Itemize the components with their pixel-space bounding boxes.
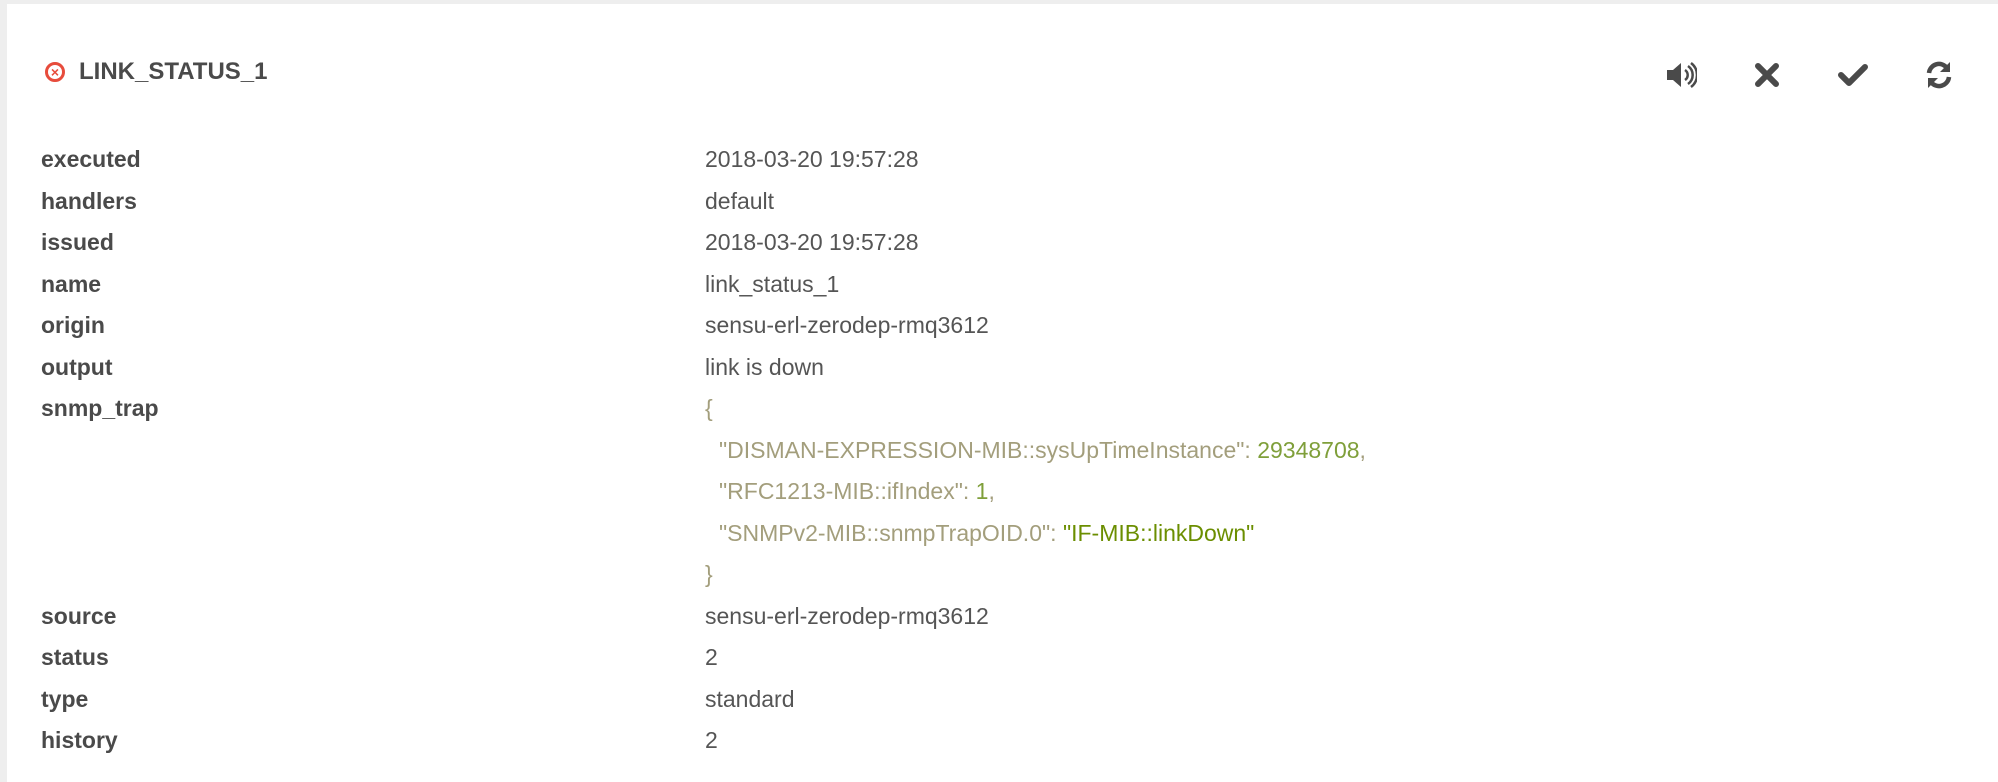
json-sep: ,: [1359, 436, 1366, 463]
field-value: sensu-erl-zerodep-rmq3612: [705, 602, 989, 629]
field-row-history: history 2: [41, 720, 1366, 762]
json-entry: "SNMPv2-MIB::snmpTrapOID.0": "IF-MIB::li…: [719, 519, 1255, 546]
field-row-snmp-trap: snmp_trap { "DISMAN-EXPRESSION-MIB::sysU…: [41, 388, 1366, 596]
field-row-origin: origin sensu-erl-zerodep-rmq3612: [41, 305, 1366, 347]
json-number: 29348708: [1257, 436, 1360, 463]
field-row-status: status 2: [41, 637, 1366, 679]
close-icon: [1755, 63, 1779, 87]
field-value: standard: [705, 685, 795, 712]
field-value: link_status_1: [705, 270, 840, 297]
field-value: 2018-03-20 19:57:28: [705, 229, 919, 255]
check-title: LINK_STATUS_1: [79, 58, 268, 85]
error-circle-icon: ×: [45, 62, 65, 82]
json-open-brace: {: [705, 395, 713, 421]
field-label: type: [41, 685, 89, 712]
field-label: issued: [41, 229, 114, 255]
json-value: { "DISMAN-EXPRESSION-MIB::sysUpTimeInsta…: [705, 388, 1366, 596]
field-value: 2: [705, 644, 718, 670]
field-value: default: [705, 187, 775, 214]
json-number: 1: [975, 478, 989, 504]
field-row-type: type standard: [41, 679, 1366, 721]
field-value: 2: [705, 727, 718, 753]
field-row-handlers: handlers default: [41, 181, 1366, 223]
resolve-button[interactable]: [1750, 58, 1784, 92]
check-icon: [1838, 64, 1868, 86]
field-list: executed 2018-03-20 19:57:28 handlers defa…: [41, 139, 1366, 762]
silence-button[interactable]: [1664, 58, 1698, 92]
json-key: "DISMAN-EXPRESSION-MIB::sysUpTimeInstanc…: [719, 436, 1245, 463]
field-row-source: source sensu-erl-zerodep-rmq3612: [41, 596, 1366, 638]
json-entry: "DISMAN-EXPRESSION-MIB::sysUpTimeInstanc…: [719, 436, 1366, 463]
field-row-name: name link_status_1: [41, 264, 1366, 306]
field-row-issued: issued 2018-03-20 19:57:28: [41, 222, 1366, 264]
field-label: origin: [41, 312, 105, 338]
field-row-output: output link is down: [41, 347, 1366, 389]
action-toolbar: [1664, 58, 1956, 92]
acknowledge-button[interactable]: [1836, 58, 1870, 92]
field-label: history: [41, 727, 118, 753]
volume-icon: [1667, 62, 1697, 88]
field-label: status: [41, 644, 109, 670]
field-row-executed: executed 2018-03-20 19:57:28: [41, 139, 1366, 181]
field-label: name: [41, 270, 102, 297]
field-label: output: [41, 353, 113, 380]
refresh-icon: [1926, 61, 1952, 89]
field-label: executed: [41, 146, 141, 172]
json-close-brace: }: [705, 561, 713, 587]
json-string: "IF-MIB::linkDown": [1062, 519, 1255, 546]
check-header: × LINK_STATUS_1: [45, 58, 267, 86]
field-label: source: [41, 602, 117, 629]
refresh-button[interactable]: [1922, 58, 1956, 92]
json-entry: "RFC1213-MIB::ifIndex": 1,: [719, 478, 995, 504]
field-label: handlers: [41, 187, 137, 214]
json-key: "RFC1213-MIB::ifIndex": [719, 478, 963, 504]
check-detail-card: × LINK_STATUS_1 executed 2018-03-20 19:57…: [7, 4, 1998, 782]
field-label: snmp_trap: [41, 395, 159, 421]
json-sep: ,: [988, 478, 995, 504]
field-value: 2018-03-20 19:57:28: [705, 146, 919, 172]
field-value: sensu-erl-zerodep-rmq3612: [705, 312, 989, 338]
json-key: "SNMPv2-MIB::snmpTrapOID.0": [719, 519, 1051, 546]
field-value: link is down: [705, 353, 824, 380]
